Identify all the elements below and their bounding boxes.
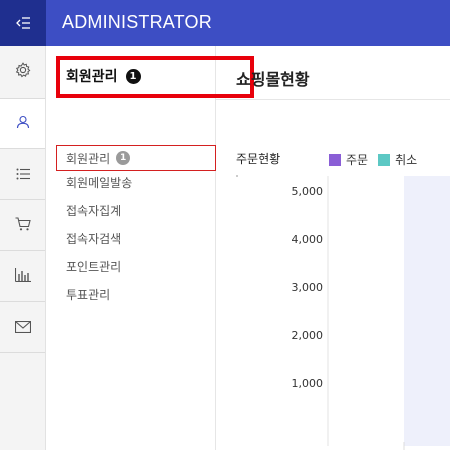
bar-chart-icon bbox=[14, 267, 31, 286]
rail-item-members[interactable] bbox=[0, 99, 45, 148]
y-tick-label: 4,000 bbox=[292, 233, 324, 246]
user-icon bbox=[16, 114, 30, 133]
submenu-item-poll[interactable]: 투표관리 bbox=[66, 286, 110, 303]
submenu-item-label: 회원메일발송 bbox=[66, 176, 133, 190]
rail-item-statistics[interactable] bbox=[0, 251, 45, 301]
chart-title: 주문현황 bbox=[236, 152, 281, 166]
submenu-item-member-management[interactable]: 회원관리 1 bbox=[56, 145, 216, 171]
cart-icon bbox=[15, 216, 31, 235]
submenu-item-label: 투표관리 bbox=[66, 288, 111, 302]
icon-rail bbox=[0, 46, 46, 450]
title-divider bbox=[216, 99, 450, 100]
sidebar-collapse-icon bbox=[16, 14, 30, 33]
admin-app: ADMINISTRATOR 회원관리 1 회원관리 1 회원메일발송 접속자집계… bbox=[0, 0, 450, 450]
menu-toggle-button[interactable] bbox=[0, 0, 46, 46]
page-title: 쇼핑몰현황 bbox=[236, 70, 310, 89]
panel-title-label: 회원관리 bbox=[66, 69, 118, 85]
rail-item-board[interactable] bbox=[0, 149, 45, 199]
submenu-item-badge: 1 bbox=[116, 151, 131, 165]
gear-icon bbox=[15, 62, 31, 82]
legend-swatch bbox=[329, 153, 341, 166]
submenu-item-label: 회원관리 bbox=[66, 151, 111, 166]
rail-item-mail[interactable] bbox=[0, 302, 45, 352]
rail-divider bbox=[0, 352, 45, 353]
submenu-item-label: 접속자집계 bbox=[66, 204, 122, 218]
y-tick-label: 2,000 bbox=[292, 329, 324, 342]
mail-icon bbox=[14, 318, 31, 337]
submenu-item-member-mail[interactable]: 회원메일발송 bbox=[66, 174, 132, 191]
order-status-chart: 5,000 4,000 3,000 2,000 1,000 bbox=[236, 175, 450, 450]
list-icon bbox=[16, 165, 30, 184]
chart-highlight-region bbox=[404, 176, 450, 446]
submenu-item-label: 포인트관리 bbox=[66, 260, 122, 274]
rail-item-settings[interactable] bbox=[0, 46, 45, 98]
legend-swatch bbox=[378, 153, 391, 166]
rail-item-shop[interactable] bbox=[0, 200, 45, 250]
y-tick-label: 5,000 bbox=[292, 185, 324, 198]
main-content: 쇼핑몰현황 주문현황 주문 취소 5,000 4,000 3,000 2,000 1,0… bbox=[216, 46, 450, 450]
submenu-item-points[interactable]: 포인트관리 bbox=[66, 258, 121, 275]
top-bar: ADMINISTRATOR bbox=[46, 0, 450, 46]
y-tick-label: 1,000 bbox=[292, 377, 324, 390]
panel-title-badge: 1 bbox=[125, 68, 141, 84]
y-tick-label: 3,000 bbox=[292, 281, 324, 294]
submenu-item-label: 접속자검색 bbox=[66, 232, 122, 246]
brand-title[interactable]: ADMINISTRATOR bbox=[62, 12, 212, 33]
submenu-item-visitor-search[interactable]: 접속자검색 bbox=[66, 230, 121, 247]
submenu-item-visitor-stats[interactable]: 접속자집계 bbox=[66, 202, 121, 219]
panel-title[interactable]: 회원관리 1 bbox=[66, 66, 141, 86]
submenu-panel: 회원관리 1 회원관리 1 회원메일발송 접속자집계 접속자검색 포인트관리 투… bbox=[46, 46, 254, 450]
